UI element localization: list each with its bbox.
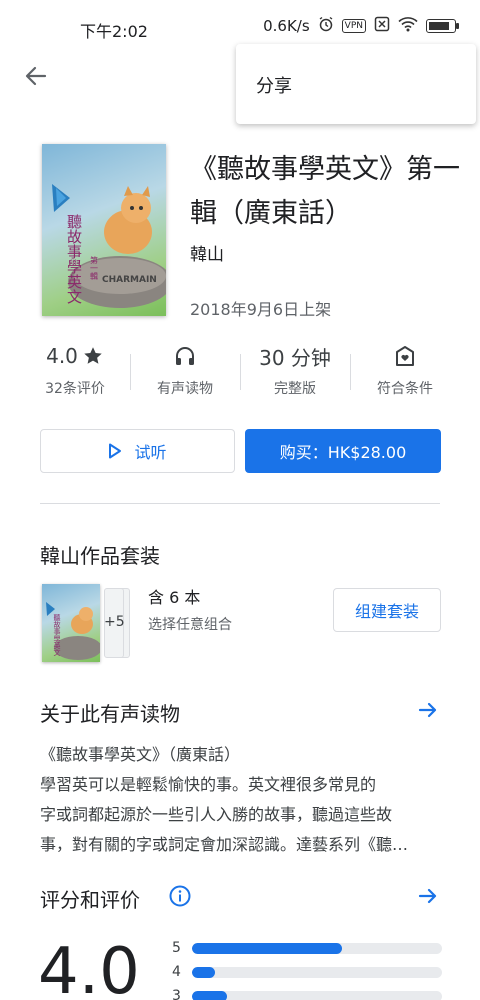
preview-label: 试听: [134, 443, 167, 462]
bundle-cover-thumbnail: 聽故事學英文: [42, 584, 100, 662]
stats-row: 4.0 32条评价 有声读物 30 分钟 完整版 符合条件: [20, 340, 460, 410]
arrow-forward-icon: [418, 888, 437, 904]
cover-title-text: 聽故事學英文: [65, 214, 83, 304]
headphones-icon: [176, 347, 194, 365]
rating-bar-label: 4: [172, 964, 181, 980]
build-bundle-button[interactable]: 组建套装: [333, 588, 441, 632]
menu-item-share[interactable]: 分享: [256, 72, 292, 98]
status-time: 下午2:02: [80, 22, 148, 41]
battery-icon: [426, 19, 459, 33]
stat-duration: 30 分钟 完整版: [240, 340, 350, 410]
book-cover[interactable]: 聽故事學英文 第一輯 CHARMAIN: [42, 144, 166, 316]
average-rating: 4.0: [38, 935, 140, 1000]
alarm-icon: [318, 16, 334, 36]
arrow-back-icon: [25, 66, 47, 86]
info-icon: [169, 885, 191, 907]
stat-format-label: 有声读物: [157, 381, 213, 397]
rating-distribution: 5 4 3: [172, 936, 442, 1000]
preview-button[interactable]: 试听: [40, 429, 235, 473]
arrow-forward-icon: [418, 702, 437, 718]
stat-rating-value: 4.0: [46, 344, 78, 368]
about-line: 《聽故事學英文》（廣東話）: [40, 745, 241, 764]
status-icons: 0.6K/s VPN: [263, 16, 459, 36]
stat-duration-value: 30 分钟: [259, 345, 331, 370]
rating-bar-label: 5: [172, 940, 181, 956]
bundle-heading: 韓山作品套装: [40, 544, 160, 568]
bundle-stack[interactable]: 聽故事學英文 +5: [40, 584, 130, 662]
rating-bar-track: [192, 942, 442, 954]
svg-text:聽故事學英文: 聽故事學英文: [53, 613, 61, 657]
stat-family-label: 符合条件: [377, 381, 433, 397]
buy-button[interactable]: 购买：HK$28.00: [245, 429, 441, 473]
star-icon: [84, 347, 102, 364]
cover-subtitle-text: 第一輯: [90, 255, 99, 281]
release-date: 2018年9月6日上架: [190, 300, 332, 319]
about-line: 字或詞都起源於一些引人入勝的故事，聽過這些故: [40, 805, 393, 824]
play-icon: [109, 443, 122, 459]
family-house-icon: [396, 346, 414, 366]
rating-bar-fill: [192, 990, 227, 1000]
rating-bar-row: 3: [172, 984, 442, 1000]
battery-level: [429, 22, 450, 30]
stat-rating-count: 32条评价: [45, 381, 105, 397]
rating-bar-row: 4: [172, 960, 442, 984]
cover-thumbnail-art: 聽故事學英文: [46, 602, 100, 660]
book-title: 《聽故事學英文》第一輯（廣東話）: [190, 154, 460, 229]
bundle-count: 含 6 本: [148, 588, 201, 607]
cover-artwork: 聽故事學英文 第一輯 CHARMAIN: [52, 184, 166, 308]
about-description: 《聽故事學英文》（廣東話） 學習英可以是輕鬆愉快的事。英文裡很多常見的 字或詞都…: [40, 740, 440, 860]
wifi-icon: [398, 16, 418, 36]
ratings-heading[interactable]: 评分和评价: [40, 884, 140, 913]
rating-bar-fill: [192, 942, 342, 954]
rating-bar-track: [192, 966, 442, 978]
bundle-subtitle: 选择任意组合: [148, 617, 232, 633]
stat-rating[interactable]: 4.0 32条评价: [20, 340, 130, 410]
about-line: 事，對有關的字或詞定會加深認識。達藝系列《聽…: [40, 835, 409, 854]
stat-duration-label: 完整版: [274, 381, 316, 397]
rating-bar-row: 5: [172, 936, 442, 960]
network-speed: 0.6K/s: [263, 17, 310, 35]
info-button[interactable]: [168, 884, 192, 908]
stat-family[interactable]: 符合条件: [350, 340, 460, 410]
divider: [40, 503, 440, 504]
stat-format: 有声读物: [130, 340, 240, 410]
rating-bar-label: 3: [172, 988, 181, 1000]
rating-bar-track: [192, 990, 442, 1000]
ratings-more-button[interactable]: [416, 884, 440, 908]
cover-publisher-text: CHARMAIN: [102, 275, 157, 285]
no-sim-icon: [374, 16, 390, 36]
back-button[interactable]: [20, 60, 52, 92]
about-line: 學習英可以是輕鬆愉快的事。英文裡很多常見的: [40, 775, 377, 794]
vpn-icon: VPN: [341, 19, 366, 33]
book-author[interactable]: 韓山: [190, 240, 224, 265]
rating-bar-fill: [192, 966, 215, 978]
about-heading[interactable]: 关于此有声读物: [40, 698, 180, 727]
bundle-stack-count: +5: [104, 614, 125, 630]
about-more-button[interactable]: [416, 698, 440, 722]
overflow-menu: 分享: [236, 44, 476, 124]
